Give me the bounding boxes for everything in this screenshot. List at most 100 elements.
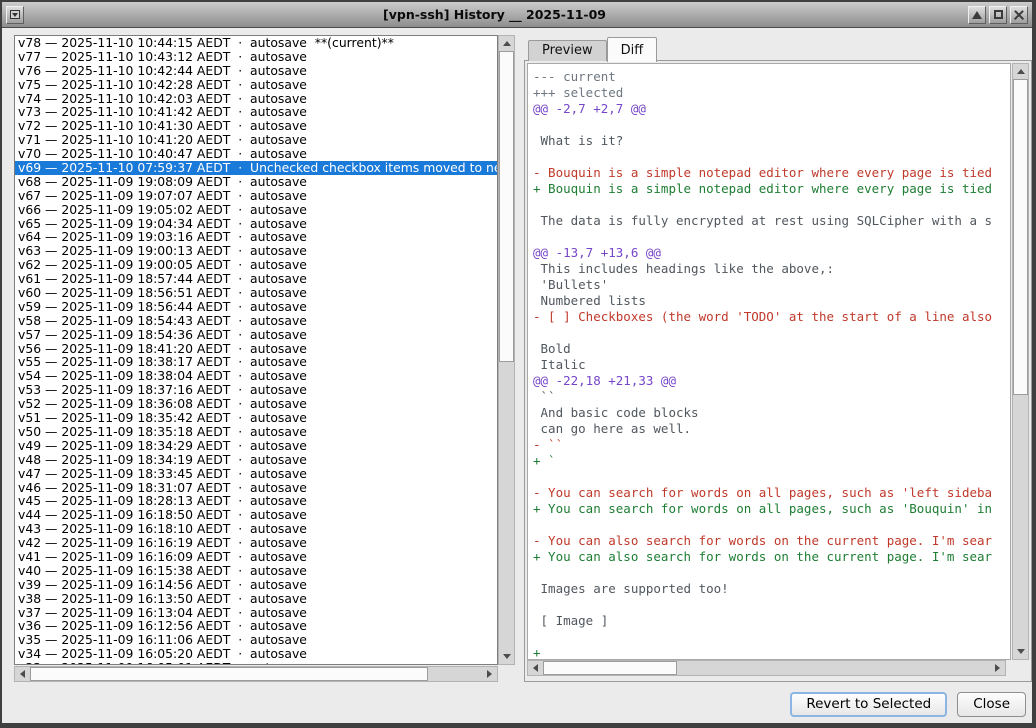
diff-line-ctx bbox=[533, 597, 1010, 613]
diff-line-meta: --- current bbox=[533, 69, 1010, 85]
window-title: [vpn-ssh] History __ 2025-11-09 bbox=[24, 7, 965, 22]
list-scroll-up-button[interactable] bbox=[499, 36, 514, 51]
diff-line-ctx: Bold bbox=[533, 341, 1010, 357]
version-list-item[interactable]: v66 — 2025-11-09 19:05:02 AEDT · autosav… bbox=[15, 203, 497, 217]
version-list-item[interactable]: v78 — 2025-11-10 10:44:15 AEDT · autosav… bbox=[15, 36, 497, 50]
version-list-item[interactable]: v75 — 2025-11-10 10:42:28 AEDT · autosav… bbox=[15, 78, 497, 92]
version-list-item[interactable]: v34 — 2025-11-09 16:05:20 AEDT · autosav… bbox=[15, 647, 497, 661]
version-list-item[interactable]: v77 — 2025-11-10 10:43:12 AEDT · autosav… bbox=[15, 50, 497, 64]
titlebar[interactable]: [vpn-ssh] History __ 2025-11-09 bbox=[2, 2, 1032, 28]
close-window-button[interactable] bbox=[1010, 6, 1028, 24]
diff-vscroll-thumb[interactable] bbox=[1013, 79, 1028, 395]
version-list-item[interactable]: v40 — 2025-11-09 16:15:38 AEDT · autosav… bbox=[15, 564, 497, 578]
version-list-item[interactable]: v59 — 2025-11-09 18:56:44 AEDT · autosav… bbox=[15, 300, 497, 314]
version-list-item[interactable]: v74 — 2025-11-10 10:42:03 AEDT · autosav… bbox=[15, 92, 497, 106]
version-list-item[interactable]: v55 — 2025-11-09 18:38:17 AEDT · autosav… bbox=[15, 355, 497, 369]
version-list-item[interactable]: v45 — 2025-11-09 18:28:13 AEDT · autosav… bbox=[15, 494, 497, 508]
version-list-item[interactable]: v56 — 2025-11-09 18:41:20 AEDT · autosav… bbox=[15, 342, 497, 356]
diff-hscroll-track[interactable] bbox=[543, 661, 990, 675]
diff-scroll-up-button[interactable] bbox=[1013, 64, 1028, 79]
list-vscroll-thumb[interactable] bbox=[499, 51, 514, 362]
version-list-item[interactable]: v43 — 2025-11-09 16:18:10 AEDT · autosav… bbox=[15, 522, 497, 536]
list-hscroll-track[interactable] bbox=[30, 667, 482, 681]
version-list-item[interactable]: v65 — 2025-11-09 19:04:34 AEDT · autosav… bbox=[15, 217, 497, 231]
diff-line-add: + You can also search for words on the c… bbox=[533, 549, 1010, 565]
version-list-item[interactable]: v54 — 2025-11-09 18:38:04 AEDT · autosav… bbox=[15, 369, 497, 383]
version-list-item[interactable]: v70 — 2025-11-10 10:40:47 AEDT · autosav… bbox=[15, 147, 497, 161]
version-list-item[interactable]: v48 — 2025-11-09 18:34:19 AEDT · autosav… bbox=[15, 453, 497, 467]
version-list-item[interactable]: v63 — 2025-11-09 19:00:13 AEDT · autosav… bbox=[15, 244, 497, 258]
right-arrow-icon bbox=[487, 670, 492, 678]
diff-text-area[interactable]: --- current+++ selected@@ -2,7 +2,7 @@ W… bbox=[527, 63, 1011, 660]
tab-diff[interactable]: Diff bbox=[607, 37, 658, 62]
diff-line-add: + Bouquin is a simple notepad editor whe… bbox=[533, 181, 1010, 197]
version-list-item[interactable]: v61 — 2025-11-09 18:57:44 AEDT · autosav… bbox=[15, 272, 497, 286]
diff-line-ctx: 'Bullets' bbox=[533, 277, 1010, 293]
button-bar: Revert to Selected Close bbox=[790, 692, 1026, 717]
version-list-item[interactable]: v68 — 2025-11-09 19:08:09 AEDT · autosav… bbox=[15, 175, 497, 189]
version-list-item[interactable]: v50 — 2025-11-09 18:35:18 AEDT · autosav… bbox=[15, 425, 497, 439]
diff-line-ctx bbox=[533, 197, 1010, 213]
list-horizontal-scrollbar[interactable] bbox=[14, 666, 498, 682]
version-list-item[interactable]: v39 — 2025-11-09 16:14:56 AEDT · autosav… bbox=[15, 578, 497, 592]
maximize-icon bbox=[994, 10, 1003, 19]
version-list-item[interactable]: v64 — 2025-11-09 19:03:16 AEDT · autosav… bbox=[15, 230, 497, 244]
version-list-item[interactable]: v44 — 2025-11-09 16:18:50 AEDT · autosav… bbox=[15, 508, 497, 522]
diff-line-meta: +++ selected bbox=[533, 85, 1010, 101]
version-list-item[interactable]: v47 — 2025-11-09 18:33:45 AEDT · autosav… bbox=[15, 467, 497, 481]
list-vertical-scrollbar[interactable] bbox=[498, 35, 515, 665]
version-list-item[interactable]: v37 — 2025-11-09 16:13:04 AEDT · autosav… bbox=[15, 606, 497, 620]
diff-line-add: + bbox=[533, 645, 1010, 660]
diff-line-hunk: @@ -2,7 +2,7 @@ bbox=[533, 101, 1010, 117]
version-listbox[interactable]: v78 — 2025-11-10 10:44:15 AEDT · autosav… bbox=[14, 35, 498, 665]
version-list-item[interactable]: v53 — 2025-11-09 18:37:16 AEDT · autosav… bbox=[15, 383, 497, 397]
left-arrow-icon bbox=[20, 670, 25, 678]
version-list-item[interactable]: v33 — 2025-11-09 16:05:01 AEDT · autosav… bbox=[15, 661, 497, 665]
diff-scroll-right-button[interactable] bbox=[990, 661, 1005, 675]
version-list-item[interactable]: v49 — 2025-11-09 18:34:29 AEDT · autosav… bbox=[15, 439, 497, 453]
version-list-item[interactable]: v62 — 2025-11-09 19:00:05 AEDT · autosav… bbox=[15, 258, 497, 272]
version-list-item[interactable]: v35 — 2025-11-09 16:11:06 AEDT · autosav… bbox=[15, 633, 497, 647]
diff-line-ctx bbox=[533, 325, 1010, 341]
window-menu-button[interactable] bbox=[6, 6, 24, 24]
version-list-item[interactable]: v36 — 2025-11-09 16:12:56 AEDT · autosav… bbox=[15, 619, 497, 633]
version-list-item[interactable]: v71 — 2025-11-10 10:41:20 AEDT · autosav… bbox=[15, 133, 497, 147]
diff-vertical-scrollbar[interactable] bbox=[1012, 63, 1029, 660]
diff-line-ctx bbox=[533, 517, 1010, 533]
close-button[interactable]: Close bbox=[957, 692, 1026, 717]
revert-to-selected-button[interactable]: Revert to Selected bbox=[790, 692, 947, 717]
diff-panel: --- current+++ selected@@ -2,7 +2,7 @@ W… bbox=[524, 60, 1032, 682]
tab-preview[interactable]: Preview bbox=[528, 40, 607, 61]
version-list-item[interactable]: v41 — 2025-11-09 16:16:09 AEDT · autosav… bbox=[15, 550, 497, 564]
diff-line-ctx: This includes headings like the above,: bbox=[533, 261, 1010, 277]
version-list-item[interactable]: v52 — 2025-11-09 18:36:08 AEDT · autosav… bbox=[15, 397, 497, 411]
version-list-item[interactable]: v58 — 2025-11-09 18:54:43 AEDT · autosav… bbox=[15, 314, 497, 328]
version-list-item[interactable]: v73 — 2025-11-10 10:41:42 AEDT · autosav… bbox=[15, 105, 497, 119]
maximize-button[interactable] bbox=[989, 6, 1007, 24]
list-scroll-down-button[interactable] bbox=[499, 649, 514, 664]
version-list-item[interactable]: v51 — 2025-11-09 18:35:42 AEDT · autosav… bbox=[15, 411, 497, 425]
diff-line-ctx: What is it? bbox=[533, 133, 1010, 149]
diff-scroll-left-button[interactable] bbox=[528, 661, 543, 675]
diff-line-del: - [ ] Checkboxes (the word 'TODO' at the… bbox=[533, 309, 1010, 325]
shade-button[interactable] bbox=[968, 6, 986, 24]
diff-scroll-down-button[interactable] bbox=[1013, 644, 1028, 659]
version-list-item[interactable]: v42 — 2025-11-09 16:16:19 AEDT · autosav… bbox=[15, 536, 497, 550]
version-list-item[interactable]: v67 — 2025-11-09 19:07:07 AEDT · autosav… bbox=[15, 189, 497, 203]
version-list-item[interactable]: v69 — 2025-11-10 07:59:37 AEDT · Uncheck… bbox=[15, 161, 497, 175]
version-list-item[interactable]: v38 — 2025-11-09 16:13:50 AEDT · autosav… bbox=[15, 592, 497, 606]
version-list-item[interactable]: v46 — 2025-11-09 18:31:07 AEDT · autosav… bbox=[15, 481, 497, 495]
list-scroll-left-button[interactable] bbox=[15, 667, 30, 681]
close-icon bbox=[1014, 10, 1024, 20]
diff-horizontal-scrollbar[interactable] bbox=[527, 660, 1006, 676]
version-list-item[interactable]: v57 — 2025-11-09 18:54:36 AEDT · autosav… bbox=[15, 328, 497, 342]
diff-vscroll-track[interactable] bbox=[1013, 79, 1028, 644]
list-scroll-right-button[interactable] bbox=[482, 667, 497, 681]
up-arrow-icon bbox=[1017, 69, 1025, 74]
version-list-item[interactable]: v60 — 2025-11-09 18:56:51 AEDT · autosav… bbox=[15, 286, 497, 300]
version-list-item[interactable]: v76 — 2025-11-10 10:42:44 AEDT · autosav… bbox=[15, 64, 497, 78]
list-vscroll-track[interactable] bbox=[499, 51, 514, 649]
version-list-item[interactable]: v72 — 2025-11-10 10:41:30 AEDT · autosav… bbox=[15, 119, 497, 133]
list-hscroll-thumb[interactable] bbox=[30, 667, 428, 681]
diff-hscroll-thumb[interactable] bbox=[543, 661, 677, 675]
